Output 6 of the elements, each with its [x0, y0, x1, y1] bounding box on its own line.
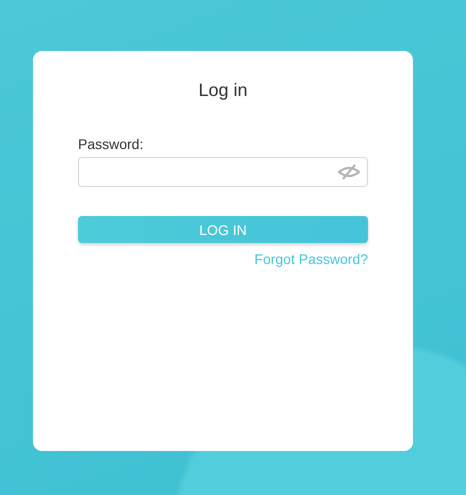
password-field[interactable] — [78, 157, 368, 187]
hidden-eye-icon[interactable] — [338, 164, 360, 180]
login-button[interactable]: LOG IN — [78, 216, 368, 243]
forgot-password-link[interactable]: Forgot Password? — [254, 251, 368, 268]
dialog-title: Log in — [197, 79, 249, 101]
password-label: Password: — [78, 136, 144, 152]
